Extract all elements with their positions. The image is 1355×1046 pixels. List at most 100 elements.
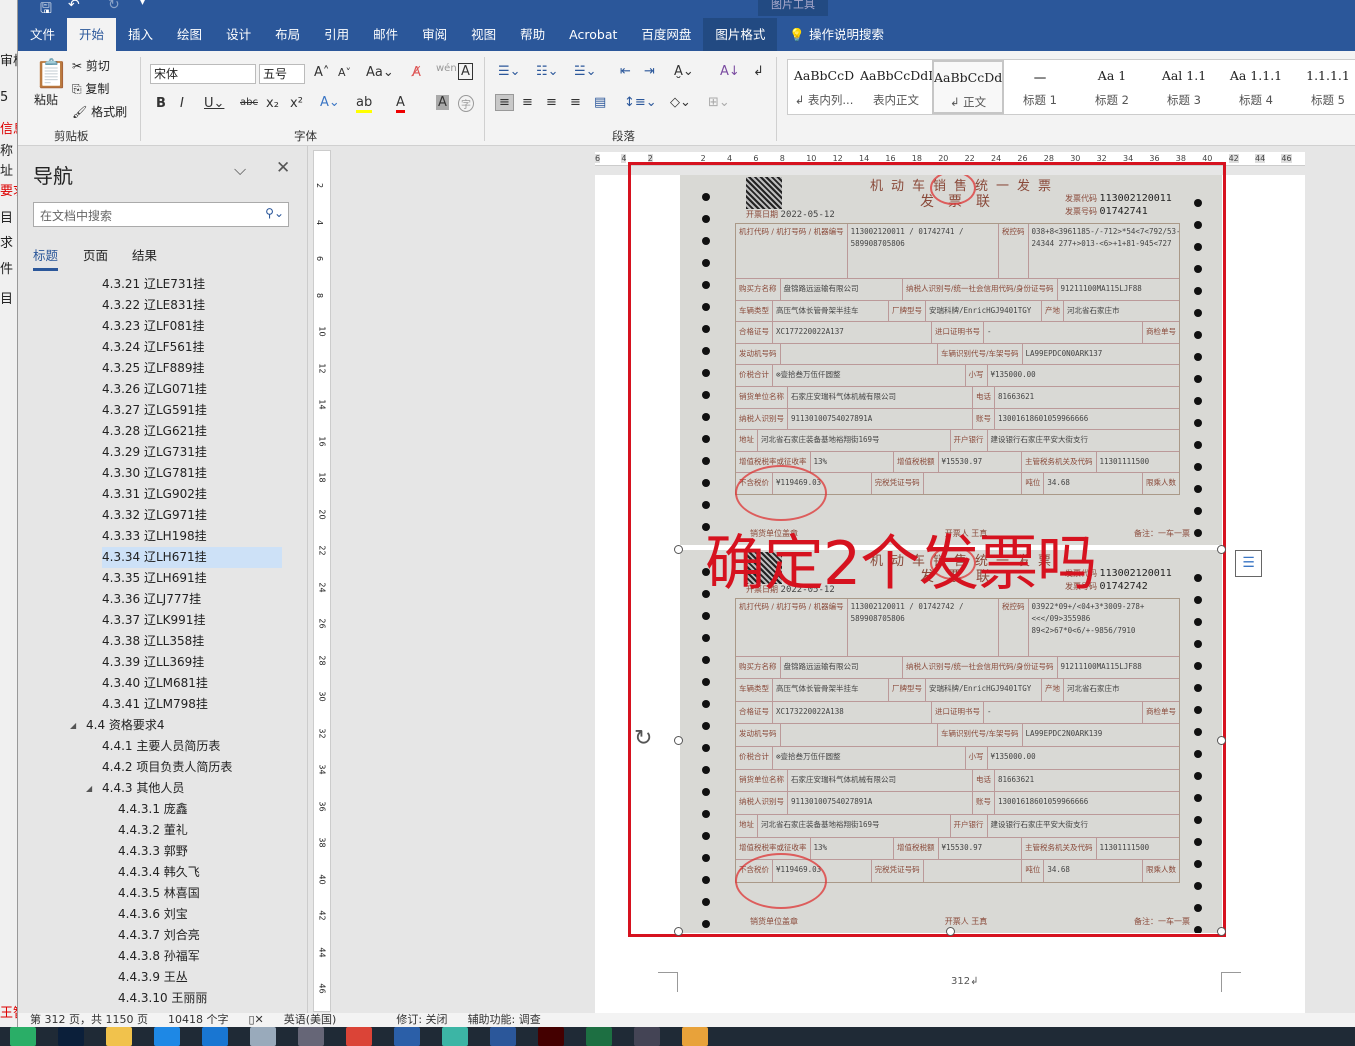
photoshop-icon[interactable] (58, 1027, 84, 1046)
chrome-icon[interactable] (346, 1027, 372, 1046)
nav-heading-item[interactable]: 4.3.40 辽LM681挂 (102, 673, 282, 694)
tell-me-search[interactable]: 💡 操作说明搜索 (777, 18, 896, 51)
nav-heading-item[interactable]: 4.4.3.6 刘宝 (118, 904, 298, 925)
browser-2-icon[interactable] (202, 1027, 228, 1046)
style-1[interactable]: AaBbCcDdI 表内正文 (860, 60, 932, 114)
vertical-ruler[interactable]: 2 4 6 8 10 12 14 16 18 20 22 24 26 28 30 32 34 36 38 40 42 44… (313, 150, 331, 1012)
nav-heading-item[interactable]: 4.3.21 辽LE731挂 (102, 274, 282, 295)
nav-heading-item[interactable]: 4.4.3.5 林喜国 (118, 883, 298, 904)
nav-heading-item[interactable]: 4.3.39 辽LL369挂 (102, 652, 282, 673)
highlight-icon[interactable]: ab (356, 95, 373, 113)
italic-icon[interactable]: I (180, 96, 184, 111)
nav-heading-item[interactable]: 4.3.38 辽LL358挂 (102, 631, 282, 652)
align-right-icon[interactable]: ≡ (546, 95, 557, 110)
page-count[interactable]: 第 312 页，共 1150 页 (30, 1013, 148, 1027)
phonetic-guide-icon[interactable]: wén (436, 63, 457, 74)
network-icon[interactable] (394, 1027, 420, 1046)
calculator-icon[interactable] (298, 1027, 324, 1046)
nav-heading-item[interactable]: ◢ 4.4.3 其他人员 (86, 778, 282, 799)
nav-heading-item[interactable]: 4.3.35 辽LH691挂 (102, 568, 282, 589)
nav-heading-item[interactable]: 4.3.29 辽LG731挂 (102, 442, 282, 463)
shrink-font-icon[interactable]: A˅ (338, 66, 351, 79)
other-icon[interactable] (682, 1027, 708, 1046)
resize-handle[interactable] (674, 545, 683, 554)
accessibility-status[interactable]: 辅助功能: 调查 (468, 1013, 541, 1027)
shading-icon[interactable]: ◇⌄ (670, 95, 691, 110)
tab-9[interactable]: 视图 (459, 18, 508, 51)
undo-icon[interactable]: ↶ (68, 0, 80, 13)
tab-2[interactable]: 插入 (116, 18, 165, 51)
nav-heading-item[interactable]: 4.3.28 辽LG621挂 (102, 421, 282, 442)
resize-handle[interactable] (946, 927, 955, 936)
superscript-icon[interactable]: x² (290, 96, 303, 111)
underline-icon[interactable]: U⌄ (204, 96, 224, 111)
style-6[interactable]: Aa 1.1.1 标题 4 (1220, 60, 1292, 114)
tab-6[interactable]: 引用 (312, 18, 361, 51)
bullets-icon[interactable]: ☰⌄ (498, 64, 521, 79)
customize-qat-icon[interactable]: ▾ (140, 0, 145, 8)
style-5[interactable]: Aal 1.1 标题 3 (1148, 60, 1220, 114)
nav-heading-item[interactable]: 4.3.37 辽LK991挂 (102, 610, 282, 631)
tab-13[interactable]: 图片格式 (703, 18, 778, 51)
bold-icon[interactable]: B (156, 96, 166, 111)
nav-tab-headings[interactable]: 标题 (33, 245, 59, 271)
nav-heading-item[interactable]: 4.4.3.7 刘合亮 (118, 925, 298, 946)
decrease-indent-icon[interactable]: ⇤ (620, 64, 631, 79)
style-4[interactable]: Aa 1 标题 2 (1076, 60, 1148, 114)
nav-heading-item[interactable]: 4.3.23 辽LF081挂 (102, 316, 282, 337)
nav-heading-item[interactable]: 4.4.3.9 王丛 (118, 967, 298, 988)
tab-4[interactable]: 设计 (214, 18, 263, 51)
enclose-char-icon[interactable]: 字 (458, 95, 474, 112)
proofing-icon[interactable]: ▯✕ (248, 1013, 263, 1027)
nav-heading-item[interactable]: 4.4.3.10 王丽丽 (118, 988, 298, 1009)
tab-0[interactable]: 文件 (18, 18, 67, 51)
tab-10[interactable]: 帮助 (508, 18, 557, 51)
nav-heading-item[interactable]: 4.4.1 主要人员简历表 (102, 736, 282, 757)
copy-button[interactable]: ⎘ 复制 (72, 80, 109, 97)
nav-heading-item[interactable]: 4.3.34 辽LH671挂 (102, 547, 282, 568)
adobe-icon[interactable] (538, 1027, 564, 1046)
strikethrough-icon[interactable]: abc (240, 97, 258, 108)
chevron-down-icon[interactable]: ⌵ (234, 160, 246, 180)
close-icon[interactable]: ✕ (276, 158, 290, 178)
nav-heading-item[interactable]: 4.4.3.3 郭野 (118, 841, 298, 862)
justify-icon[interactable]: ≡ (570, 95, 581, 110)
nav-heading-item[interactable]: 4.3.25 辽LF889挂 (102, 358, 282, 379)
chinese-layout-icon[interactable]: A̮⌄ (674, 64, 694, 79)
style-3[interactable]: 一标题 1 (1004, 60, 1076, 114)
style-0[interactable]: AaBbCcD ↲ 表内列... (788, 60, 860, 114)
line-spacing-icon[interactable]: ↕≡⌄ (624, 95, 657, 110)
char-shading-icon[interactable]: A (436, 95, 449, 110)
numbering-icon[interactable]: ☷⌄ (536, 64, 559, 79)
layout-options-icon[interactable]: ☰ (1235, 550, 1262, 577)
rotate-handle-icon[interactable]: ↻ (634, 726, 652, 751)
resize-handle[interactable] (1217, 736, 1226, 745)
nav-heading-item[interactable]: 4.3.30 辽LG781挂 (102, 463, 282, 484)
nav-heading-item[interactable]: 4.3.22 辽LE831挂 (102, 295, 282, 316)
nav-heading-item[interactable]: 4.3.36 辽LJ777挂 (102, 589, 282, 610)
nav-heading-item[interactable]: 4.3.32 辽LG971挂 (102, 505, 282, 526)
resize-handle[interactable] (674, 736, 683, 745)
show-marks-icon[interactable]: ↲ (753, 64, 764, 79)
nav-heading-item[interactable]: 4.3.24 辽LF561挂 (102, 337, 282, 358)
nav-heading-item[interactable]: 4.4.3.4 韩久飞 (118, 862, 298, 883)
tab-5[interactable]: 布局 (263, 18, 312, 51)
file-explorer-icon[interactable] (106, 1027, 132, 1046)
nav-search-input[interactable]: 在文档中搜索 ⚲⌄ (33, 202, 289, 227)
notepad-icon[interactable] (250, 1027, 276, 1046)
borders-icon[interactable]: ⊞⌄ (708, 95, 730, 110)
nav-heading-item[interactable]: 4.3.33 辽LH198挂 (102, 526, 282, 547)
nav-heading-item[interactable]: 4.4.2 项目负责人简历表 (102, 757, 282, 778)
grow-font-icon[interactable]: A˄ (314, 65, 329, 80)
nav-heading-item[interactable]: 4.4.3.2 董礼 (118, 820, 298, 841)
word-count[interactable]: 10418 个字 (168, 1013, 229, 1027)
paste-icon[interactable]: 📋 (34, 57, 69, 90)
resize-handle[interactable] (1217, 927, 1226, 936)
nav-heading-item[interactable]: 4.3.27 辽LG591挂 (102, 400, 282, 421)
change-case-icon[interactable]: Aa⌄ (366, 65, 394, 80)
distributed-icon[interactable]: ▤ (594, 95, 606, 110)
nav-heading-item[interactable]: 4.3.41 辽LM798挂 (102, 694, 282, 715)
track-changes-status[interactable]: 修订: 关闭 (396, 1013, 447, 1027)
boss-icon[interactable] (442, 1027, 468, 1046)
text-effects-icon[interactable]: A⌄ (320, 95, 340, 110)
